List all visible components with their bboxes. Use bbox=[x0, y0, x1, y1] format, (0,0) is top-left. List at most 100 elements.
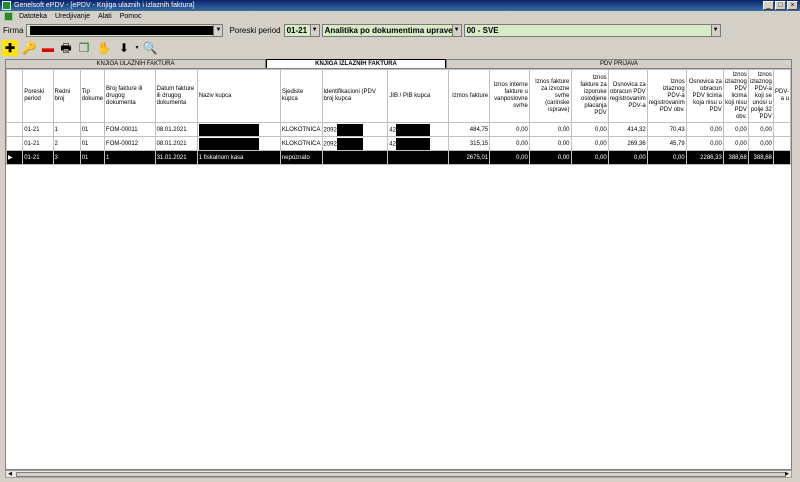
cell[interactable]: 0,00 bbox=[528, 150, 572, 165]
column-header[interactable]: Poreski period bbox=[22, 69, 54, 123]
delete-icon[interactable]: ▬ bbox=[40, 40, 56, 56]
cell[interactable]: 269,36 bbox=[607, 136, 648, 151]
cell[interactable]: 0,00 bbox=[646, 150, 687, 165]
chevron-down-icon[interactable]: ▼ bbox=[309, 24, 319, 36]
add-icon[interactable]: ✚ bbox=[2, 40, 18, 56]
column-header[interactable]: Iznos izlaznog PDV licima koji nisu PDV … bbox=[722, 69, 749, 123]
cell[interactable]: 01 bbox=[79, 136, 106, 151]
scroll-left-icon[interactable]: ◀ bbox=[6, 471, 14, 477]
dropdown-arrow-icon[interactable]: ▾ bbox=[134, 40, 140, 56]
column-header[interactable]: Identifikacioni (PDV broj kupca bbox=[321, 69, 389, 123]
cell[interactable]: 388,68 bbox=[747, 150, 774, 165]
cell[interactable]: 3 bbox=[52, 150, 81, 165]
cell[interactable]: 388,68 bbox=[722, 150, 749, 165]
cell[interactable]: FOM-00012 bbox=[104, 136, 156, 151]
cell[interactable]: 2092 bbox=[321, 122, 389, 137]
column-header[interactable]: Tip dokume bbox=[79, 69, 106, 123]
tab-ulazne-fakture[interactable]: KNJIGA ULAZNIH FAKTURA bbox=[5, 59, 266, 68]
cell[interactable]: 0,00 bbox=[747, 136, 774, 151]
cell[interactable]: KLOKOTNICA bbox=[279, 136, 323, 151]
cell[interactable]: 08.01.2021 bbox=[154, 136, 198, 151]
print-icon[interactable]: 🖶 bbox=[58, 40, 74, 56]
chevron-down-icon[interactable]: ▼ bbox=[710, 24, 720, 36]
scroll-right-icon[interactable]: ▶ bbox=[783, 471, 791, 477]
column-header[interactable]: Datum fakture ili drugog dokumenta bbox=[154, 69, 198, 123]
cell[interactable]: 0,00 bbox=[489, 122, 530, 137]
cell[interactable]: 0,00 bbox=[528, 136, 572, 151]
cell[interactable]: 0,00 bbox=[570, 136, 609, 151]
column-header[interactable]: Iznos fakture za izporuke oslodjene plac… bbox=[570, 69, 609, 123]
cell[interactable]: 31.01.2021 bbox=[154, 150, 198, 165]
key-icon[interactable]: 🔑 bbox=[20, 40, 38, 56]
column-header[interactable]: Broj fakture ili drugog dokumenta bbox=[104, 69, 156, 123]
menu-alati[interactable]: Alati bbox=[94, 11, 116, 22]
cell[interactable]: 0,00 bbox=[685, 136, 724, 151]
cell[interactable]: 315,15 bbox=[447, 136, 491, 151]
cell[interactable]: 1 bbox=[52, 122, 81, 137]
menu-pomoc[interactable]: Pomoc bbox=[116, 11, 146, 22]
cell[interactable]: 1 bbox=[104, 150, 156, 165]
cell[interactable]: 01-21 bbox=[22, 136, 54, 151]
horizontal-scrollbar[interactable]: ◀ ▶ bbox=[5, 470, 792, 478]
cell[interactable]: 01-21 bbox=[22, 150, 54, 165]
cell[interactable]: 0,00 bbox=[685, 122, 724, 137]
search-icon[interactable]: 🔍 bbox=[142, 40, 158, 56]
column-header[interactable]: Osnovica za obracun PDV licima koja nisu… bbox=[685, 69, 724, 123]
column-header[interactable]: Naziv kupca bbox=[196, 69, 281, 123]
cell[interactable]: 42 bbox=[387, 136, 449, 151]
cell[interactable]: FOM-00011 bbox=[104, 122, 156, 137]
row-indicator-arrow-icon[interactable]: ▶ bbox=[6, 150, 24, 165]
cell[interactable]: 0,00 bbox=[489, 136, 530, 151]
cell[interactable]: 0,00 bbox=[528, 122, 572, 137]
cell-redacted[interactable] bbox=[196, 136, 281, 151]
chevron-down-icon[interactable]: ▼ bbox=[213, 24, 223, 36]
cell[interactable]: 01 bbox=[79, 150, 106, 165]
close-button[interactable]: × bbox=[787, 1, 798, 10]
handshake-icon[interactable]: ✋ bbox=[94, 40, 114, 56]
table-row[interactable]: 01-21 2 01 FOM-00012 08.01.2021 KLOKOTNI… bbox=[6, 136, 791, 151]
arrow-down-icon[interactable]: ⬇ bbox=[116, 40, 132, 56]
row-indicator[interactable] bbox=[6, 122, 24, 137]
analysis-select[interactable]: Analitika po dokumentima uprave ▼ bbox=[321, 23, 462, 37]
category-select[interactable]: 00 - SVE ▼ bbox=[463, 23, 721, 37]
cell[interactable]: 2675,01 bbox=[447, 150, 491, 165]
column-header[interactable]: Iznos interne fakture u vanposlovne svrh… bbox=[489, 69, 530, 123]
cell-redacted[interactable] bbox=[196, 122, 281, 137]
cell[interactable]: 45,79 bbox=[646, 136, 687, 151]
column-header[interactable]: Iznos fakture za izvozne svrhe (carinske… bbox=[528, 69, 572, 123]
column-header[interactable]: Izmos fakture bbox=[447, 69, 491, 123]
cell[interactable]: nepoznato bbox=[279, 150, 323, 165]
period-select[interactable]: 01-21 ▼ bbox=[283, 23, 320, 37]
cell[interactable] bbox=[772, 136, 791, 151]
cell[interactable]: 414,32 bbox=[607, 122, 648, 137]
column-header[interactable]: Redni broj bbox=[52, 69, 81, 123]
cell[interactable]: KLOKOTNICA bbox=[279, 122, 323, 137]
minimize-button[interactable]: _ bbox=[763, 1, 774, 10]
cell[interactable]: 0,00 bbox=[722, 136, 749, 151]
cell[interactable] bbox=[772, 150, 791, 165]
cell[interactable] bbox=[772, 122, 791, 137]
column-header[interactable]: Osnovica za obracun PDV registrovanim PD… bbox=[607, 69, 648, 123]
cell[interactable]: 08.01.2021 bbox=[154, 122, 198, 137]
cell[interactable]: 2092 bbox=[321, 136, 389, 151]
chevron-down-icon[interactable]: ▼ bbox=[451, 24, 461, 36]
cell[interactable] bbox=[387, 150, 449, 165]
tab-pdv-prijava[interactable]: PDV PRIJAVA bbox=[446, 59, 792, 68]
menu-datoteka[interactable]: Datoteka bbox=[15, 11, 51, 22]
column-header[interactable]: PDV-a u bbox=[772, 69, 791, 123]
cell[interactable]: 01 bbox=[79, 122, 106, 137]
firma-select[interactable]: ▼ bbox=[26, 23, 224, 37]
column-header[interactable]: JIB / PIB kupca bbox=[387, 69, 449, 123]
cell[interactable]: 0,00 bbox=[607, 150, 648, 165]
cell[interactable]: 0,00 bbox=[747, 122, 774, 137]
cell[interactable]: 1 fiskalnom kasa bbox=[196, 150, 281, 165]
tab-izlazne-fakture[interactable]: KNJIGA IZLAZNIH FAKTURA bbox=[266, 59, 446, 68]
maximize-button[interactable]: □ bbox=[775, 1, 786, 10]
row-indicator[interactable] bbox=[6, 136, 24, 151]
column-header[interactable]: Iznos izlaznog PDV-a registrovanim PDV o… bbox=[646, 69, 687, 123]
table-row-selected[interactable]: ▶ 01-21 3 01 1 31.01.2021 1 fiskalnom ka… bbox=[6, 150, 791, 165]
cell[interactable]: 484,75 bbox=[447, 122, 491, 137]
cell[interactable]: 2286,33 bbox=[685, 150, 724, 165]
cell[interactable]: 0,00 bbox=[489, 150, 530, 165]
cell[interactable] bbox=[321, 150, 389, 165]
